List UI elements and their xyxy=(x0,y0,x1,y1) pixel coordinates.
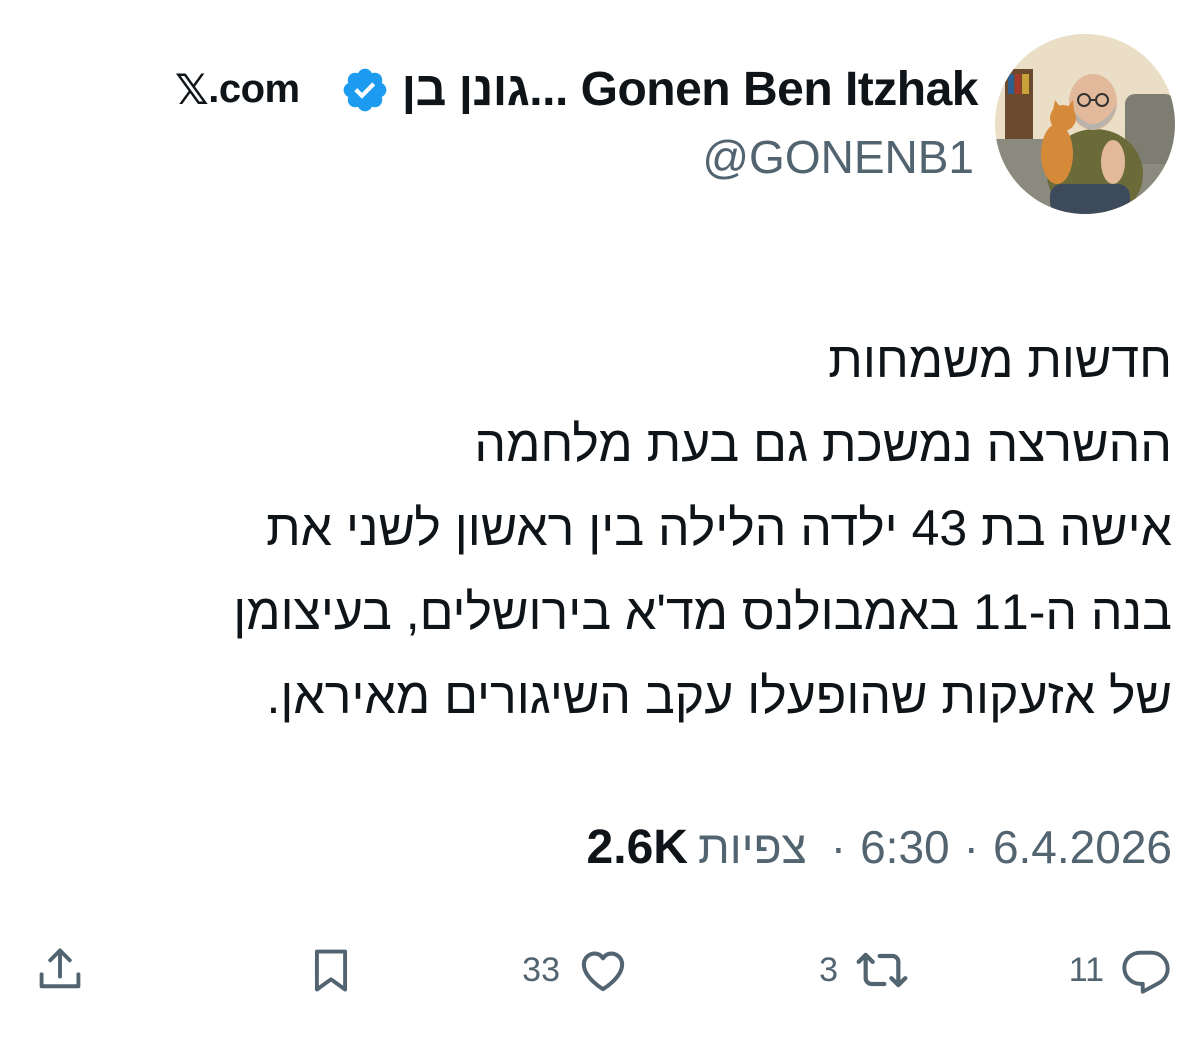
repost-icon xyxy=(856,952,908,988)
bookmark-icon xyxy=(314,949,348,992)
reply-icon xyxy=(1122,950,1170,994)
tweet-line: של אזעקות שהופעלו עקב השיגורים מאיראן. xyxy=(266,668,1172,724)
share-icon xyxy=(39,948,81,989)
heart-icon xyxy=(581,951,625,992)
tweet-time[interactable]: 6:30 xyxy=(860,820,950,874)
repost-button[interactable]: 3 xyxy=(819,940,910,1000)
display-name[interactable]: גונן בן... Gonen Ben Itzhak xyxy=(402,62,979,117)
brand-label: 𝕏 .com xyxy=(175,65,300,114)
tweet-line: אישה בת 43 ילדה הלילה בין ראשון לשני את xyxy=(266,500,1172,556)
views-count[interactable]: 2.6K xyxy=(587,820,688,875)
action-bar: 11 3 33 xyxy=(0,930,1200,1010)
reply-button[interactable]: 11 xyxy=(1069,940,1172,1000)
repost-count: 3 xyxy=(819,950,838,989)
avatar[interactable] xyxy=(995,34,1175,214)
brand-domain: .com xyxy=(208,66,300,111)
tweet-text: חדשות משמחות ההשרצה נמשכת גם בעת מלחמה א… xyxy=(32,318,1172,738)
meta-separator: · xyxy=(963,821,979,873)
verified-badge-icon xyxy=(343,68,386,112)
reply-count: 11 xyxy=(1068,950,1104,989)
x-logo-icon: 𝕏 xyxy=(174,64,209,114)
share-button[interactable] xyxy=(34,940,86,1000)
tweet-meta: 6.4.2026 · 6:30 · צפיות 2.6K xyxy=(587,812,1172,882)
views-label: צפיות xyxy=(697,821,807,873)
tweet-line: חדשות משמחות xyxy=(828,332,1172,388)
meta-separator: · xyxy=(830,821,847,873)
tweet-header: גונן בן... Gonen Ben Itzhak 𝕏 .com @GONEN… xyxy=(0,0,1200,230)
avatar-illustration xyxy=(995,34,1175,214)
bookmark-button[interactable] xyxy=(305,940,357,1000)
like-count: 33 xyxy=(522,950,560,989)
tweet-line: בנה ה-11 באמבולנס מד'א בירושלים, בעיצומן xyxy=(233,584,1172,640)
like-button[interactable]: 33 xyxy=(522,940,630,1000)
tweet-date[interactable]: 6.4.2026 xyxy=(993,820,1172,874)
user-handle[interactable]: @GONENB1 xyxy=(702,130,974,184)
name-row: גונן בן... Gonen Ben Itzhak 𝕏 .com xyxy=(175,54,979,124)
tweet-line: ההשרצה נמשכת גם בעת מלחמה xyxy=(474,416,1172,472)
